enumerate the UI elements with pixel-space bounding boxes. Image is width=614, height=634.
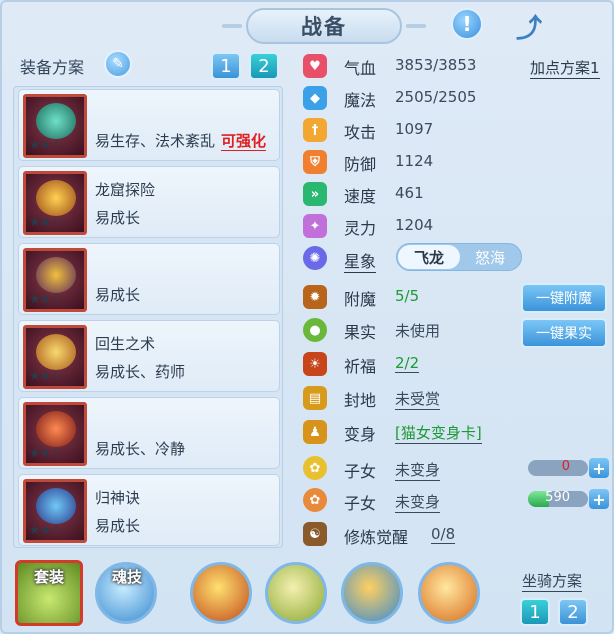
equip-scheme-label: 装备方案 — [20, 58, 85, 77]
equipment-icon: ★★☆ — [23, 248, 87, 312]
mount-scheme-1-button[interactable]: 1 — [520, 598, 550, 626]
stat-name: 气血 — [344, 59, 377, 78]
equipment-row[interactable]: ★★☆ 龙窟探险 易成长 — [18, 166, 280, 238]
stat-value: 461 — [395, 184, 424, 202]
add-point-scheme-link[interactable]: 加点方案1 — [530, 57, 600, 79]
star-sign-toggle[interactable]: 飞龙 怒海 — [396, 243, 522, 271]
stat-name: 防御 — [344, 155, 377, 174]
stat-name: 速度 — [344, 187, 377, 206]
exclamation-icon[interactable]: ! — [451, 8, 483, 40]
one-click-enchant-button[interactable]: 一键附魔 — [521, 283, 607, 313]
equip-scheme-2-button[interactable]: 2 — [249, 52, 279, 80]
spirit-icon: ✦ — [303, 214, 327, 238]
stat-value[interactable]: [猫女变身卡] — [395, 422, 482, 444]
stat-value: 3853/3853 — [395, 56, 477, 74]
skill-meditate-icon[interactable] — [265, 562, 327, 624]
stat-value[interactable]: 未变身 — [395, 491, 441, 513]
fruit-icon: ● — [303, 318, 327, 342]
stat-name: 子女 — [344, 494, 377, 513]
star-option-nuhai[interactable]: 怒海 — [459, 245, 521, 269]
skill-wave-icon[interactable] — [341, 562, 403, 624]
star-option-feilong[interactable]: 飞龙 — [398, 245, 460, 269]
equipment-desc: 易生存、法术紊乱 可强化 — [95, 132, 267, 151]
stat-name: 变身 — [344, 425, 377, 444]
stat-name: 修炼觉醒 — [344, 528, 409, 547]
stat-name: 子女 — [344, 462, 377, 481]
stat-name: 果实 — [344, 323, 377, 342]
equipment-desc: 易成长 — [95, 209, 141, 227]
stat-name: 附魔 — [344, 290, 377, 309]
attack-icon: † — [303, 118, 327, 142]
equipment-row[interactable]: ★★☆ 易成长、冷静 — [18, 397, 280, 469]
fief-icon: ▤ — [303, 386, 327, 410]
equipment-desc: 易成长、冷静 — [95, 440, 186, 458]
child-2-plus-button[interactable]: + — [589, 489, 609, 509]
equipment-row[interactable]: ★★☆ 易成长 — [18, 243, 280, 315]
star-sign-label[interactable]: 星象 — [344, 248, 377, 273]
stat-name: 祈福 — [344, 357, 377, 376]
stat-name: 攻击 — [344, 123, 377, 142]
suit-label: 套装 — [34, 568, 65, 586]
speed-icon: » — [303, 182, 327, 206]
stat-value[interactable]: 未受赏 — [395, 388, 441, 410]
equipment-icon: ★★☆ — [23, 479, 87, 543]
equipment-icon: ★★☆ — [23, 94, 87, 158]
equipment-icon: ★★☆ — [23, 325, 87, 389]
stat-name: 魔法 — [344, 91, 377, 110]
window-title: 战备 — [222, 8, 426, 44]
stat-value: 1124 — [395, 152, 434, 170]
equipment-desc: 易成长 — [95, 286, 141, 304]
edit-icon[interactable]: ✎ — [104, 50, 132, 78]
skill-fist-icon[interactable] — [190, 562, 252, 624]
equipment-list: ★★☆ 易生存、法术紊乱 可强化 ★★☆ 龙窟探险 易成长 ★★☆ 易成长 ★★☆… — [13, 86, 283, 548]
stat-value[interactable]: 2/2 — [395, 354, 420, 373]
child-1-bar: 0 — [528, 460, 588, 476]
equip-scheme-1-button[interactable]: 1 — [211, 52, 241, 80]
defense-icon: ⛨ — [303, 150, 327, 174]
equipment-icon: ★★☆ — [23, 171, 87, 235]
stat-value: 1204 — [395, 216, 434, 234]
enchant-icon: ✹ — [303, 285, 327, 309]
cultivation-icon: ☯ — [303, 522, 327, 546]
share-icon[interactable]: ⤴ — [511, 8, 547, 44]
stat-name: 封地 — [344, 391, 377, 410]
stat-name: 灵力 — [344, 219, 377, 238]
equipment-name: 龙窟探险 — [95, 181, 156, 199]
mp-icon: ◆ — [303, 86, 327, 110]
child-2-bar: 590 — [528, 491, 588, 507]
equipment-name: 回生之术 — [95, 335, 156, 353]
equipment-desc: 易成长、药师 — [95, 363, 186, 381]
child-icon: ✿ — [303, 488, 327, 512]
stat-value[interactable]: 未变身 — [395, 459, 441, 481]
star-sign-icon: ✺ — [303, 246, 327, 270]
stat-value: 1097 — [395, 120, 434, 138]
mount-scheme-label[interactable]: 坐骑方案 — [522, 570, 583, 592]
one-click-fruit-button[interactable]: 一键果实 — [521, 318, 607, 348]
stat-value[interactable]: 0/8 — [431, 525, 456, 544]
transform-icon: ♟ — [303, 420, 327, 444]
equipment-desc: 易成长 — [95, 517, 141, 535]
enhance-tag: 可强化 — [221, 132, 267, 151]
hp-icon: ♥ — [303, 54, 327, 78]
stat-value: 2505/2505 — [395, 88, 477, 106]
blessing-icon: ☀ — [303, 352, 327, 376]
stat-value: 未使用 — [395, 322, 441, 340]
child-icon: ✿ — [303, 456, 327, 480]
equipment-row[interactable]: ★★☆ 易生存、法术紊乱 可强化 — [18, 89, 280, 161]
equipment-row[interactable]: ★★☆ 回生之术 易成长、药师 — [18, 320, 280, 392]
equipment-name: 归神诀 — [95, 489, 141, 507]
equipment-row[interactable]: ★★☆ 归神诀 易成长 — [18, 474, 280, 546]
soul-label: 魂技 — [112, 568, 143, 586]
mount-scheme-2-button[interactable]: 2 — [558, 598, 588, 626]
skill-strike-icon[interactable] — [418, 562, 480, 624]
equipment-icon: ★★☆ — [23, 402, 87, 466]
stat-value: 5/5 — [395, 287, 420, 305]
child-1-plus-button[interactable]: + — [589, 458, 609, 478]
